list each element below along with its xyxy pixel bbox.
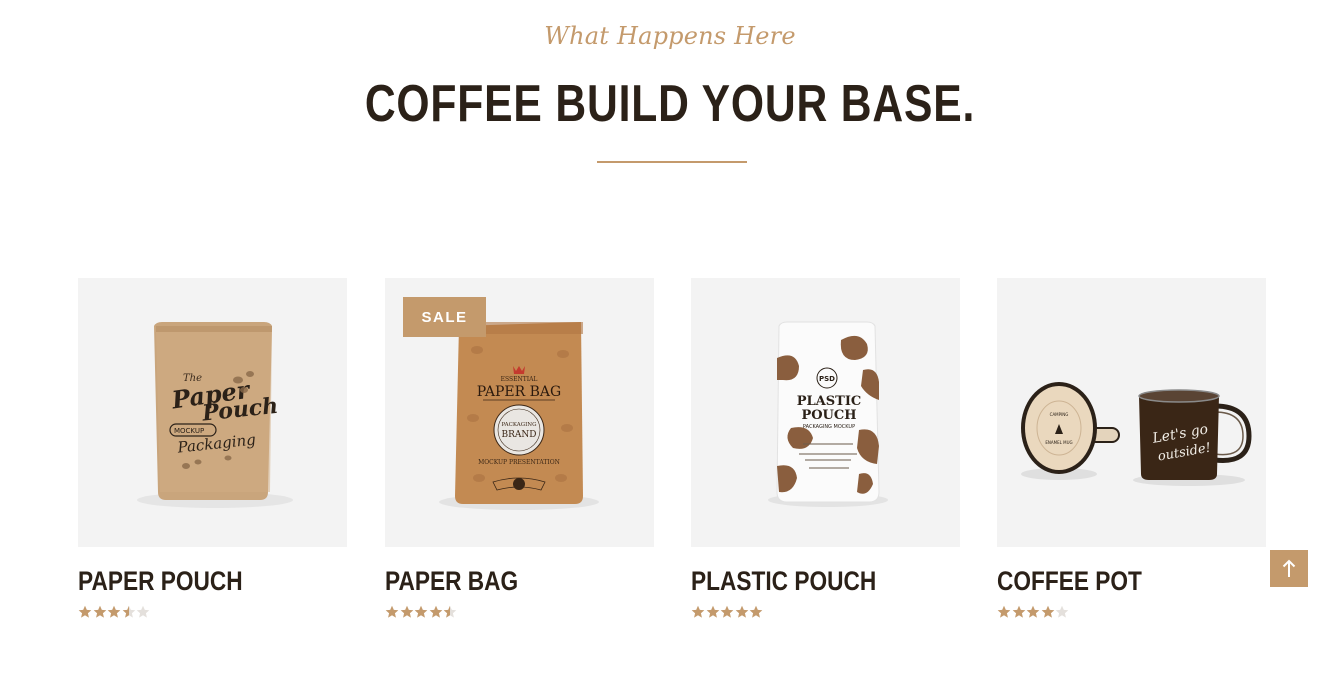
product-name[interactable]: PLASTIC POUCH (691, 566, 876, 597)
star-icon (1026, 605, 1040, 619)
paper-pouch-image: The Paper Pouch MOCKUP Packaging (137, 322, 293, 508)
star-icon (122, 605, 136, 619)
star-icon (107, 605, 121, 619)
svg-text:PACKAGING: PACKAGING (501, 422, 536, 428)
product-rating (691, 605, 764, 623)
section-title: COFFEE BUILD YOUR BASE. (364, 75, 976, 133)
svg-text:POUCH: POUCH (801, 408, 856, 423)
star-icon (78, 605, 92, 619)
product-image[interactable]: The Paper Pouch MOCKUP Packaging (78, 278, 347, 547)
star-icon (1055, 605, 1069, 619)
star-icon (1041, 605, 1055, 619)
svg-text:PAPER BAG: PAPER BAG (477, 384, 561, 400)
star-icon (385, 605, 399, 619)
star-icon (749, 605, 763, 619)
product-rating (997, 605, 1070, 623)
star-icon (429, 605, 443, 619)
coffee-pot-image: CAMPING ENAMEL MUG Let's go outside! (1021, 382, 1252, 486)
svg-text:ENAMEL MUG: ENAMEL MUG (1045, 440, 1072, 445)
back-to-top-button[interactable] (1270, 550, 1308, 587)
product-image[interactable]: PSD PLASTIC POUCH PACKAGING MOCKUP (691, 278, 960, 547)
svg-text:MOCKUP PRESENTATION: MOCKUP PRESENTATION (478, 459, 560, 466)
svg-text:PACKAGING MOCKUP: PACKAGING MOCKUP (803, 424, 855, 430)
product-card[interactable]: The Paper Pouch MOCKUP Packaging PAPER P… (78, 278, 347, 618)
svg-text:PLASTIC: PLASTIC (797, 394, 862, 409)
plastic-pouch-image: PSD PLASTIC POUCH PACKAGING MOCKUP (768, 321, 888, 507)
star-icon (691, 605, 705, 619)
svg-text:BRAND: BRAND (502, 430, 537, 440)
product-name[interactable]: PAPER BAG (385, 566, 518, 597)
star-icon (414, 605, 428, 619)
product-image[interactable]: ESSENTIAL PAPER BAG PACKAGING BRAND MOCK… (385, 278, 654, 547)
star-icon (93, 605, 107, 619)
sale-badge: SALE (403, 297, 486, 337)
product-name[interactable]: COFFEE POT (997, 566, 1142, 597)
star-icon (443, 605, 457, 619)
product-name[interactable]: PAPER POUCH (78, 566, 243, 597)
section-eyebrow: What Happens Here (544, 22, 796, 50)
product-rating (385, 605, 458, 623)
star-icon (720, 605, 734, 619)
star-icon (400, 605, 414, 619)
star-icon (735, 605, 749, 619)
svg-text:PSD: PSD (819, 375, 835, 383)
star-icon (706, 605, 720, 619)
star-icon (1012, 605, 1026, 619)
product-rating (78, 605, 151, 623)
star-icon (136, 605, 150, 619)
arrow-up-icon (1282, 559, 1296, 577)
svg-text:MOCKUP: MOCKUP (174, 427, 204, 435)
star-icon (997, 605, 1011, 619)
product-card[interactable]: ESSENTIAL PAPER BAG PACKAGING BRAND MOCK… (385, 278, 654, 618)
svg-text:CAMPING: CAMPING (1050, 412, 1069, 417)
product-card[interactable]: PSD PLASTIC POUCH PACKAGING MOCKUP PLAST… (691, 278, 960, 618)
product-image[interactable]: CAMPING ENAMEL MUG Let's go outside! (997, 278, 1266, 547)
product-card[interactable]: CAMPING ENAMEL MUG Let's go outside! COF… (997, 278, 1266, 618)
svg-text:ESSENTIAL: ESSENTIAL (501, 376, 538, 383)
title-divider (597, 161, 747, 163)
